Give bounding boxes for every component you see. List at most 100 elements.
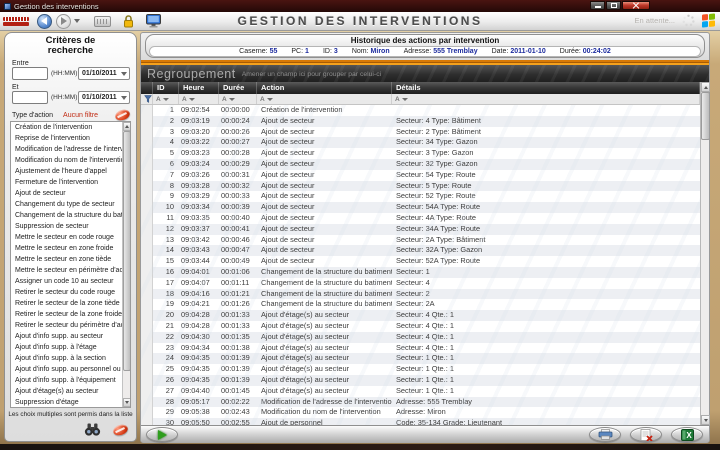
table-row[interactable]: 909:03:2900:00:33Ajout de secteurSecteur… <box>141 191 700 202</box>
group-by-bar[interactable]: Regroupement Amener un champ ici pour gr… <box>141 65 709 82</box>
filter-cell[interactable]: A <box>153 94 179 104</box>
row-selector[interactable] <box>141 213 153 224</box>
table-row[interactable]: 609:03:2400:00:29Ajout de secteurSecteur… <box>141 159 700 170</box>
action-type-item[interactable]: Modification de l'adresse de l'intervent… <box>11 144 122 155</box>
action-type-item[interactable]: Suppression d'étage <box>11 397 122 408</box>
row-selector[interactable] <box>141 353 153 364</box>
row-selector[interactable] <box>141 202 153 213</box>
row-selector[interactable] <box>141 407 153 418</box>
table-row[interactable]: 2209:04:3000:01:35Ajout d'étage(s) au se… <box>141 332 700 343</box>
scrollbar-thumb[interactable] <box>701 92 710 140</box>
table-row[interactable]: 509:03:2300:00:28Ajout de secteurSecteur… <box>141 148 700 159</box>
column-header[interactable]: Heure <box>179 82 219 94</box>
row-selector[interactable] <box>141 170 153 181</box>
row-selector[interactable] <box>141 267 153 278</box>
table-row[interactable]: 1609:04:0100:01:06Changement de la struc… <box>141 267 700 278</box>
action-type-item[interactable]: Changement de la structure du batiment <box>11 210 122 221</box>
minimize-button[interactable] <box>590 1 605 10</box>
action-type-item[interactable]: Mettre le secteur en zone tiède <box>11 254 122 265</box>
row-selector[interactable] <box>141 310 153 321</box>
row-selector[interactable] <box>141 245 153 256</box>
table-row[interactable]: 309:03:2000:00:26Ajout de secteurSecteur… <box>141 127 700 138</box>
date-to-select[interactable]: 01/10/2011 <box>78 91 130 104</box>
row-selector[interactable] <box>141 116 153 127</box>
column-header[interactable]: Action <box>257 82 392 94</box>
action-type-item[interactable]: Retirer le secteur de la zone froide <box>11 309 122 320</box>
table-row[interactable]: 2309:04:3400:01:38Ajout d'étage(s) au se… <box>141 343 700 354</box>
action-type-item[interactable]: Création de l'intervention <box>11 122 122 133</box>
table-row[interactable]: 1909:04:2100:01:26Changement de la struc… <box>141 299 700 310</box>
row-selector[interactable] <box>141 289 153 300</box>
action-type-item[interactable]: Mettre le secteur en périmètre d'accès i… <box>11 265 122 276</box>
row-selector[interactable] <box>141 159 153 170</box>
row-selector[interactable] <box>141 224 153 235</box>
action-type-item[interactable]: Ajout d'info supp. au personnel ou unité <box>11 364 122 375</box>
row-selector[interactable] <box>141 105 153 116</box>
action-type-item[interactable]: Fermeture de l'intervention <box>11 177 122 188</box>
action-type-item[interactable]: Ajout d'info supp. au secteur <box>11 331 122 342</box>
action-type-item[interactable]: Suppression de secteur <box>11 221 122 232</box>
date-from-select[interactable]: 01/10/2011 <box>78 67 130 80</box>
maximize-button[interactable] <box>606 1 621 10</box>
row-selector[interactable] <box>141 127 153 138</box>
action-type-item[interactable]: Ajustement de l'heure d'appel <box>11 166 122 177</box>
action-type-item[interactable]: Retirer le secteur de la zone tiède <box>11 298 122 309</box>
export-excel-button[interactable]: X <box>671 427 703 442</box>
table-row[interactable]: 1009:03:3400:00:39Ajout de secteurSecteu… <box>141 202 700 213</box>
filter-cell[interactable]: A <box>219 94 257 104</box>
filter-cell[interactable]: A <box>179 94 219 104</box>
search-binoculars-icon[interactable] <box>84 423 101 436</box>
row-selector[interactable] <box>141 332 153 343</box>
table-row[interactable]: 2709:04:4000:01:45Ajout d'étage(s) au se… <box>141 386 700 397</box>
table-scrollbar[interactable] <box>700 82 709 425</box>
table-row[interactable]: 1209:03:3700:00:41Ajout de secteurSecteu… <box>141 224 700 235</box>
row-selector[interactable] <box>141 386 153 397</box>
action-type-item[interactable]: Mettre le secteur en zone froide <box>11 243 122 254</box>
table-row[interactable]: 3009:05:5000:02:55Ajout de personnelCode… <box>141 418 700 425</box>
row-selector[interactable] <box>141 235 153 246</box>
table-row[interactable]: 2809:05:1700:02:22Modification de l'adre… <box>141 397 700 408</box>
action-type-item[interactable]: Mettre le secteur en code rouge <box>11 232 122 243</box>
row-selector[interactable] <box>141 397 153 408</box>
scroll-up-icon[interactable] <box>123 122 131 131</box>
action-type-item[interactable]: Ajout d'étage(s) au secteur <box>11 386 122 397</box>
scrollbar-thumb[interactable] <box>123 131 131 371</box>
column-header[interactable]: Détails <box>392 82 700 94</box>
action-type-item[interactable]: Ajout de secteur <box>11 188 122 199</box>
table-row[interactable]: 209:03:1900:00:24Ajout de secteurSecteur… <box>141 116 700 127</box>
table-row[interactable]: 1409:03:4300:00:47Ajout de secteurSecteu… <box>141 245 700 256</box>
table-row[interactable]: 2509:04:3500:01:39Ajout d'étage(s) au se… <box>141 364 700 375</box>
table-row[interactable]: 2909:05:3800:02:43Modification du nom de… <box>141 407 700 418</box>
action-type-item[interactable]: Ajout d'info supp. à l'étage <box>11 342 122 353</box>
filter-cell[interactable]: A <box>392 94 700 104</box>
action-type-item[interactable]: Ajout d'info supp. à la section <box>11 353 122 364</box>
filter-cell[interactable]: A <box>257 94 392 104</box>
table-row[interactable]: 809:03:2800:00:32Ajout de secteurSecteur… <box>141 181 700 192</box>
action-type-item[interactable]: Retirer le secteur du code rouge <box>11 287 122 298</box>
table-row[interactable]: 409:03:2200:00:27Ajout de secteurSecteur… <box>141 137 700 148</box>
table-row[interactable]: 709:03:2600:00:31Ajout de secteurSecteur… <box>141 170 700 181</box>
close-button[interactable] <box>622 1 650 10</box>
action-list-scrollbar[interactable] <box>122 122 130 407</box>
row-selector[interactable] <box>141 299 153 310</box>
row-selector[interactable] <box>141 137 153 148</box>
table-row[interactable]: 2409:04:3500:01:39Ajout d'étage(s) au se… <box>141 353 700 364</box>
delete-report-button[interactable] <box>630 427 662 442</box>
action-type-item[interactable]: Reprise de l'intervention <box>11 133 122 144</box>
column-header[interactable]: ID <box>153 82 179 94</box>
row-selector[interactable] <box>141 181 153 192</box>
windows-logo-icon[interactable] <box>702 13 715 27</box>
row-selector[interactable] <box>141 321 153 332</box>
print-button[interactable] <box>589 427 621 442</box>
row-selector[interactable] <box>141 418 153 425</box>
column-header[interactable]: Durée <box>219 82 257 94</box>
table-row[interactable]: 1809:04:1600:01:21Changement de la struc… <box>141 289 700 300</box>
table-row[interactable]: 1509:03:4400:00:49Ajout de secteurSecteu… <box>141 256 700 267</box>
row-selector[interactable] <box>141 375 153 386</box>
row-selector[interactable] <box>141 343 153 354</box>
row-selector[interactable] <box>141 191 153 202</box>
table-row[interactable]: 1109:03:3500:00:40Ajout de secteurSecteu… <box>141 213 700 224</box>
scroll-up-icon[interactable] <box>701 82 710 92</box>
scroll-down-icon[interactable] <box>123 398 131 407</box>
clear-filter-icon[interactable] <box>114 108 131 122</box>
